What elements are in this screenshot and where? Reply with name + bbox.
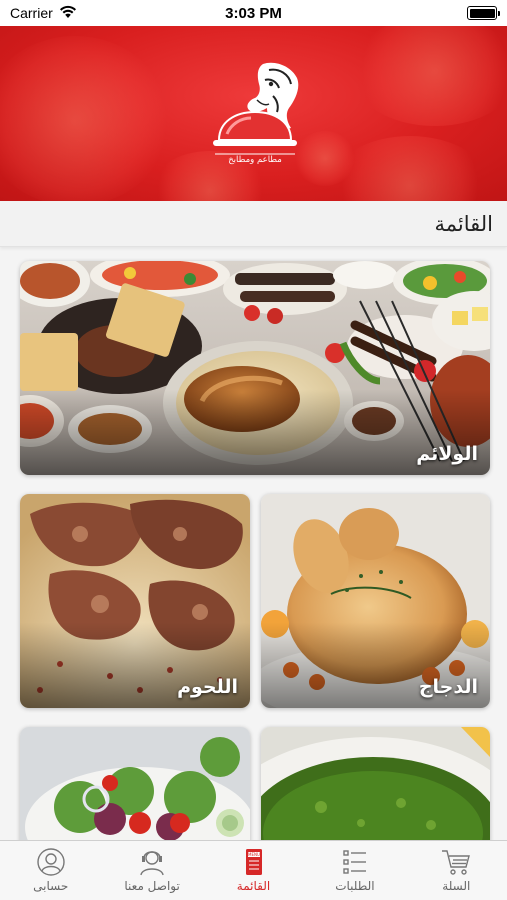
page-title: القائمة	[434, 211, 494, 236]
category-label-banquets: الولائم	[416, 443, 478, 465]
category-card-meat[interactable]: اللحوم	[20, 494, 250, 708]
category-label-chicken: الدجاج	[418, 676, 478, 698]
account-icon	[37, 848, 65, 876]
svg-text:MENU: MENU	[248, 852, 260, 857]
tab-contact-us[interactable]: تواصل معنا	[101, 841, 202, 900]
menu-icon: MENU	[245, 849, 262, 875]
support-icon	[140, 851, 164, 876]
tab-menu[interactable]: MENU القائمة	[203, 841, 304, 900]
tab-cart[interactable]: السلة	[406, 841, 507, 900]
cart-icon	[442, 850, 471, 875]
category-card-banquets[interactable]: الولائم	[20, 261, 490, 475]
app-screen: Carrier 3:03 PM مطاعم ومطابخ القائمة الو…	[0, 0, 507, 900]
battery-icon	[467, 6, 500, 20]
category-label-meat: اللحوم	[177, 676, 238, 698]
tab-orders-label: الطلبات	[335, 879, 375, 893]
tab-menu-label: القائمة	[236, 879, 271, 893]
orders-list-icon	[343, 850, 366, 874]
header-banner: مطاعم ومطابخ	[0, 26, 507, 201]
tab-account[interactable]: حسابى	[0, 841, 101, 900]
restaurant-logo: مطاعم ومطابخ	[205, 56, 305, 171]
category-card-chicken[interactable]: الدجاج	[261, 494, 490, 708]
bottom-tab-bar: حسابى تواصل معنا MENU القائمة الطلبات ال…	[0, 840, 507, 900]
tab-contact-us-label: تواصل معنا	[124, 879, 180, 893]
tab-orders[interactable]: الطلبات	[304, 841, 405, 900]
tab-account-label: حسابى	[33, 879, 69, 893]
status-bar: Carrier 3:03 PM	[0, 0, 507, 26]
wifi-icon	[59, 5, 77, 22]
svg-text:مطاعم ومطابخ: مطاعم ومطابخ	[228, 155, 282, 165]
menu-title-bar: القائمة	[0, 201, 507, 247]
tab-cart-label: السلة	[442, 879, 471, 893]
carrier-label: Carrier	[10, 5, 53, 21]
status-left: Carrier	[10, 5, 77, 22]
